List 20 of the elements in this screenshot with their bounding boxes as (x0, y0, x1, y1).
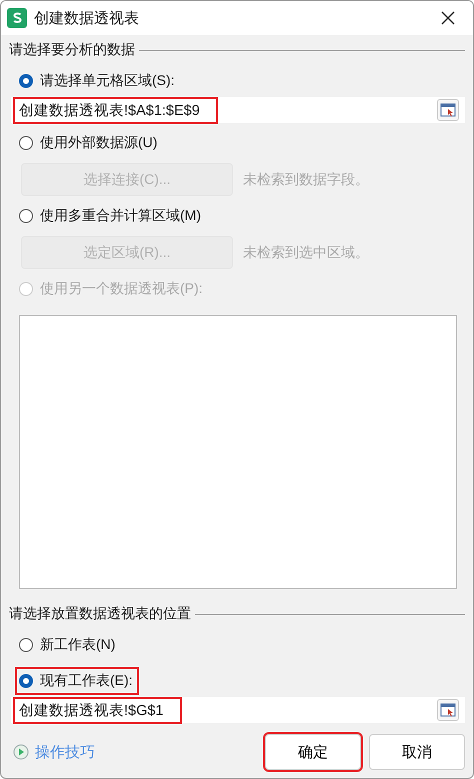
radio-option[interactable]: 现有工作表(E): (17, 669, 137, 693)
field-value: 创建数据透视表!$A$1:$E$9 (15, 98, 216, 122)
section-heading: 请选择放置数据透视表的位置 (9, 605, 191, 623)
range-picker-icon[interactable] (437, 699, 459, 721)
range-field[interactable]: 创建数据透视表!$G$1 (11, 697, 465, 723)
ok-button[interactable]: 确定 (265, 734, 361, 770)
section-heading: 请选择要分析的数据 (9, 41, 135, 59)
radio-option[interactable]: 使用外部数据源(U) (17, 131, 162, 155)
play-icon (13, 744, 29, 760)
radio-option[interactable]: 请选择单元格区域(S): (17, 69, 179, 93)
radio-option[interactable]: 新工作表(N) (17, 633, 120, 657)
window-title: 创建数据透视表 (34, 8, 140, 28)
range-field[interactable]: 创建数据透视表!$A$1:$E$9 (11, 97, 465, 123)
app-logo-icon (7, 8, 27, 28)
status-note: 未检索到选中区域。 (243, 244, 369, 262)
radio-option[interactable]: 使用多重合并计算区域(M) (17, 204, 205, 228)
cancel-button[interactable]: 取消 (369, 734, 465, 770)
status-note: 未检索到数据字段。 (243, 170, 369, 188)
range-picker-icon[interactable] (437, 99, 459, 121)
field-value: 创建数据透视表!$G$1 (15, 698, 180, 722)
